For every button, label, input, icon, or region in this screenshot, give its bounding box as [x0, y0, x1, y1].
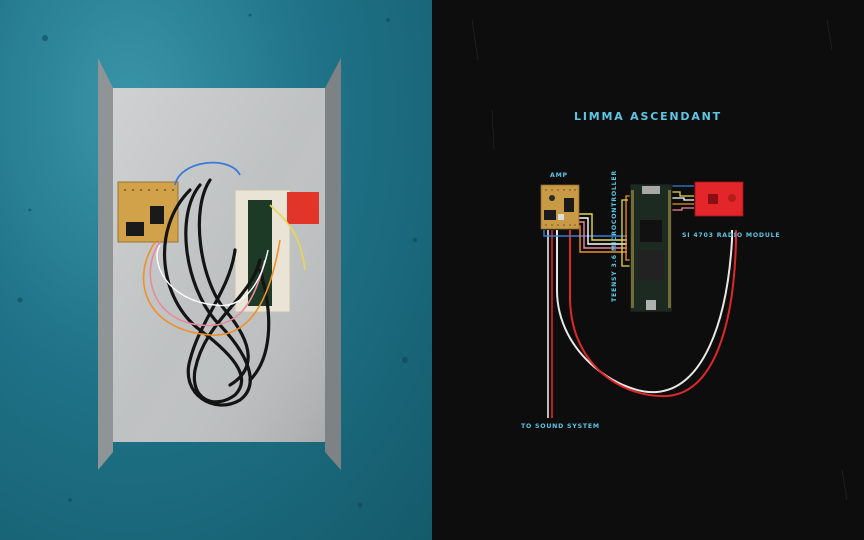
wiring-diagram-illustration	[471, 19, 848, 501]
sound-system-label: TO SOUND SYSTEM	[521, 423, 600, 430]
diagram-title: LIMMA ASCENDANT	[574, 110, 722, 123]
wiring-diagram: LIMMA ASCENDANT AMP TEENSY 3.6 MICROCONT…	[432, 0, 864, 540]
amp-label: AMP	[550, 172, 568, 179]
enclosure-left-flange	[98, 58, 113, 470]
hardware-photo-illustration	[17, 13, 417, 508]
enclosure-right-flange	[325, 58, 341, 470]
microcontroller-label: TEENSY 3.6 MICROCONTROLLER	[611, 170, 618, 302]
amp-board	[540, 184, 580, 230]
teensy-board	[629, 183, 673, 313]
hardware-photo	[0, 0, 432, 540]
radio-board-photo	[287, 192, 319, 224]
radio-module	[694, 181, 744, 217]
radio-module-label: SI 4703 RADIO MODULE	[682, 232, 781, 239]
